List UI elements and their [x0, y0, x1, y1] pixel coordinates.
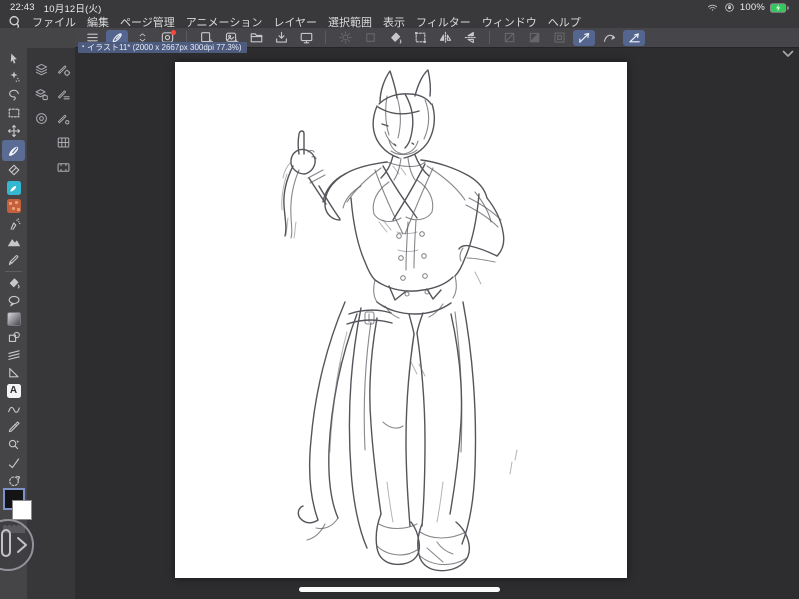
top-bar: 22:43 10月12日(火) 100% ファイル 編集 ページ管理 アニメーシ…	[0, 0, 799, 29]
clip-layer-icon[interactable]	[498, 30, 520, 46]
menu-page-management[interactable]: ページ管理	[120, 14, 175, 30]
snap-special-ruler-icon[interactable]	[598, 30, 620, 46]
menu-help[interactable]: ヘルプ	[548, 14, 581, 30]
decoration-tool[interactable]	[2, 197, 25, 215]
pencil-tool[interactable]	[2, 251, 25, 269]
menu-file[interactable]: ファイル	[32, 14, 76, 30]
ruler-tool[interactable]	[2, 346, 25, 364]
edge-keyboard-tab[interactable]	[0, 517, 36, 573]
menu-selection[interactable]: 選択範囲	[328, 14, 372, 30]
wifi-icon	[706, 2, 719, 13]
eyedropper-tool[interactable]	[2, 418, 25, 436]
layer-palette-icon[interactable]	[32, 60, 50, 78]
canvas[interactable]	[175, 62, 627, 578]
lock-transparent-icon[interactable]	[523, 30, 545, 46]
figure-tool[interactable]	[2, 328, 25, 346]
snap-ruler-icon[interactable]	[573, 29, 595, 46]
export-icon[interactable]	[295, 30, 317, 46]
save-icon[interactable]	[270, 30, 292, 46]
blend-tool[interactable]	[2, 179, 25, 197]
menu-edit[interactable]: 編集	[87, 14, 109, 30]
snap-grid-icon[interactable]	[623, 29, 645, 46]
menu-bar: ファイル 編集 ページ管理 アニメーション レイヤー 選択範囲 表示 フィルター…	[0, 14, 799, 29]
menu-view[interactable]: 表示	[383, 14, 405, 30]
object-tool[interactable]	[2, 436, 25, 454]
status-time: 22:43	[10, 2, 35, 13]
home-indicator[interactable]	[299, 587, 500, 592]
airbrush-tool[interactable]	[2, 215, 25, 233]
lasso-tool[interactable]	[2, 86, 25, 104]
gradient-tool[interactable]	[2, 310, 25, 328]
navigator-palette-icon[interactable]	[32, 109, 50, 127]
status-date: 10月12日(火)	[43, 3, 102, 15]
battery-percent: 100%	[739, 2, 765, 13]
auto-select-tool[interactable]	[2, 68, 25, 86]
eraser-tool[interactable]	[2, 161, 25, 179]
notification-badge	[171, 29, 176, 35]
orientation-lock-icon	[724, 2, 735, 13]
command-bar-spacer	[0, 28, 75, 48]
clip-studio-paint-logo[interactable]	[8, 15, 21, 28]
pen-tool[interactable]	[2, 140, 25, 161]
brush-size-palette-icon[interactable]	[54, 109, 72, 127]
status-bar: 22:43 10月12日(火) 100%	[0, 0, 799, 15]
sub-tool-detail-palette-icon[interactable]	[54, 60, 72, 78]
text-tool-glyph: A	[6, 384, 21, 398]
brush-tool[interactable]	[2, 233, 25, 251]
quick-access-palette-icon[interactable]	[54, 133, 72, 151]
flip-vertical-icon[interactable]	[459, 30, 481, 46]
balloon-tool[interactable]	[2, 292, 25, 310]
menu-layer[interactable]: レイヤー	[273, 14, 317, 30]
fill-icon[interactable]	[384, 30, 406, 46]
canvas-tab-label: イラスト11* (2000 x 2667px 300dpi 77.3%)	[87, 43, 242, 52]
menu-animation[interactable]: アニメーション	[186, 14, 263, 30]
menu-filter[interactable]: フィルター	[416, 14, 471, 30]
menu-window[interactable]: ウィンドウ	[482, 14, 537, 30]
operation-tool[interactable]	[2, 50, 25, 68]
transform-icon[interactable]	[409, 30, 431, 46]
battery-charging-icon	[770, 2, 789, 13]
marquee-tool[interactable]	[2, 104, 25, 122]
unsaved-indicator: ▪	[82, 44, 85, 50]
flip-horizontal-icon[interactable]	[434, 30, 456, 46]
canvas-tab[interactable]: ▪ イラスト11* (2000 x 2667px 300dpi 77.3%)	[78, 42, 247, 53]
tool-divider	[5, 271, 22, 272]
fill-tool[interactable]	[2, 274, 25, 292]
selection-icon[interactable]	[359, 30, 381, 46]
frame-border-tool[interactable]	[2, 364, 25, 382]
layer-property-palette-icon[interactable]	[32, 85, 50, 103]
move-tool[interactable]	[2, 122, 25, 140]
collapse-palettes-chevron-icon[interactable]	[782, 50, 794, 58]
correct-line-tool[interactable]	[2, 400, 25, 418]
tool-property-palette-icon[interactable]	[54, 85, 72, 103]
timeline-palette-icon[interactable]	[54, 158, 72, 176]
open-file-icon[interactable]	[245, 30, 267, 46]
horse-character-sketch	[281, 69, 518, 572]
line-check-tool[interactable]	[2, 454, 25, 472]
text-tool[interactable]: A	[2, 382, 25, 400]
reference-layer-icon[interactable]	[548, 30, 570, 46]
document-area[interactable]	[75, 48, 799, 599]
color-adjust-icon[interactable]	[334, 30, 356, 46]
